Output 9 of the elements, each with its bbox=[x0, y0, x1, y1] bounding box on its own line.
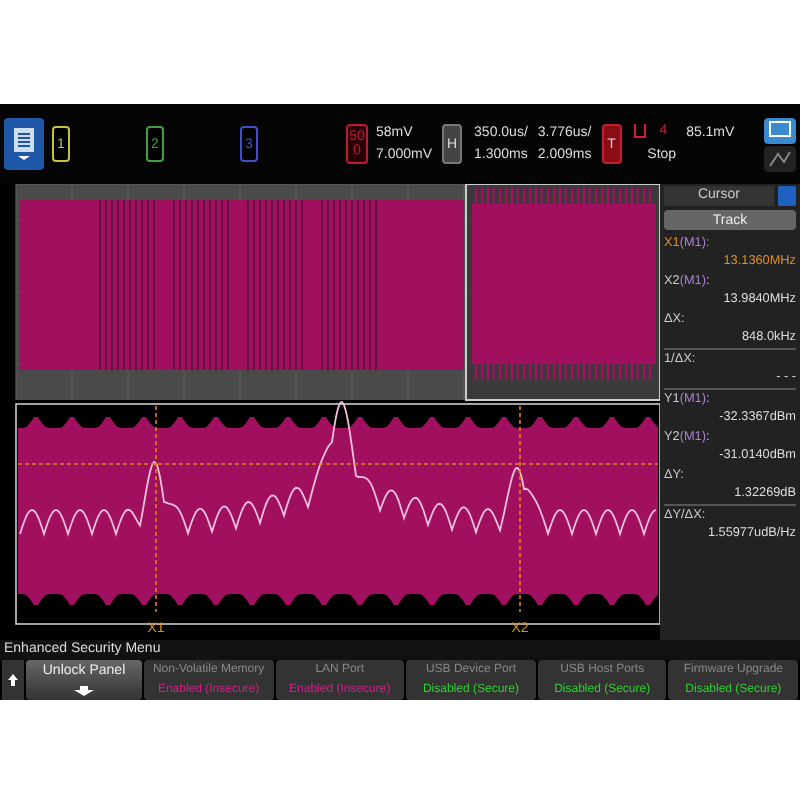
measure-icon[interactable] bbox=[764, 145, 796, 171]
display-icon[interactable] bbox=[764, 117, 796, 143]
cursor-line[interactable] bbox=[519, 405, 521, 613]
menu-icon[interactable] bbox=[4, 118, 44, 170]
back-button[interactable] bbox=[2, 660, 24, 700]
up-arrow-icon bbox=[8, 674, 18, 686]
trigger-edge-icon bbox=[633, 124, 646, 138]
down-arrow-icon bbox=[74, 686, 94, 696]
cursor-line[interactable] bbox=[155, 405, 157, 613]
